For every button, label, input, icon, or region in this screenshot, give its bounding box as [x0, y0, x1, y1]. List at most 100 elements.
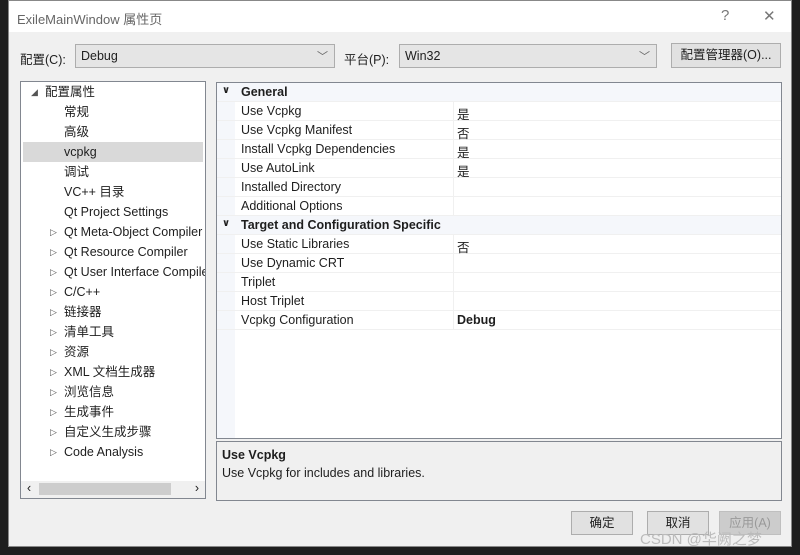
tree-item[interactable]: 常规 — [64, 102, 89, 122]
tree-item[interactable]: ▷ Code Analysis — [50, 442, 144, 462]
tree-item-label: 资源 — [64, 345, 90, 359]
property-value[interactable]: 否 — [453, 121, 781, 141]
tree-item-label: Code Analysis — [64, 445, 144, 459]
property-name: Use Dynamic CRT — [241, 256, 345, 270]
property-value[interactable] — [453, 273, 781, 292]
grid-row[interactable]: Use Static Libraries 否 — [217, 235, 781, 255]
tree-item[interactable]: ▷ 资源 — [50, 342, 90, 362]
platform-select[interactable]: Win32 ﹀ — [399, 44, 657, 68]
property-value[interactable]: 否 — [453, 235, 781, 255]
property-value[interactable]: 是 — [453, 140, 781, 160]
grid-row[interactable]: Installed Directory — [217, 178, 781, 197]
tree-item[interactable]: ▷ 清单工具 — [50, 322, 115, 342]
property-grid: ∨ General Use Vcpkg 是 Use Vcpkg Manifest 否 Ins… — [216, 82, 782, 439]
property-value[interactable]: 是 — [453, 102, 781, 122]
chevron-down-icon[interactable]: ∨ — [222, 218, 230, 229]
tree-item[interactable]: ▷ 浏览信息 — [50, 382, 114, 402]
watermark: CSDN @华阙之梦 — [640, 531, 762, 548]
tree-item[interactable]: ▷ C/C++ — [50, 282, 100, 302]
tree-item[interactable]: 调试 — [64, 162, 89, 182]
config-label: 配置(C): — [20, 53, 66, 67]
tree-item-label: Qt Resource Compiler — [64, 245, 188, 259]
expand-triangle-icon[interactable]: ▷ — [50, 342, 57, 362]
close-button[interactable]: ✕ — [763, 7, 776, 25]
grid-row[interactable]: Host Triplet — [217, 292, 781, 311]
description-panel: Use Vcpkg Use Vcpkg for includes and lib… — [216, 441, 782, 501]
grid-row[interactable]: Use Dynamic CRT — [217, 254, 781, 273]
ok-button[interactable]: 确定 — [571, 511, 633, 535]
property-pages-dialog: ExileMainWindow 属性页 ? ✕ 配置(C): Debug ﹀ 平台… — [8, 0, 792, 547]
expand-triangle-icon[interactable]: ▷ — [50, 242, 57, 262]
scroll-left-icon[interactable]: ‹ — [27, 481, 31, 495]
property-name: Use Static Libraries — [241, 237, 350, 251]
property-name: Use Vcpkg Manifest — [241, 123, 353, 137]
property-name: Triplet — [241, 275, 276, 289]
expand-triangle-icon[interactable]: ▷ — [50, 362, 57, 382]
grid-row[interactable]: Use Vcpkg 是 — [217, 102, 781, 122]
tree-item[interactable]: ▷ XML 文档生成器 — [50, 362, 156, 382]
tree-item[interactable]: vcpkg — [23, 142, 203, 162]
expand-triangle-icon[interactable]: ▷ — [50, 302, 57, 322]
property-value[interactable]: Debug — [453, 311, 781, 330]
property-name: Additional Options — [241, 199, 343, 213]
tree-item-label: Qt Project Settings — [64, 205, 169, 219]
config-value: Debug — [81, 49, 118, 63]
tree-item[interactable]: VC++ 目录 — [64, 182, 124, 202]
grid-row[interactable]: Vcpkg Configuration Debug — [217, 311, 781, 330]
tree-item[interactable]: 高级 — [64, 122, 89, 142]
grid-category[interactable]: ∨ General — [217, 83, 781, 102]
collapse-triangle-icon[interactable]: ◢ — [31, 82, 38, 102]
tree-item[interactable]: ▷ Qt User Interface Compiler — [50, 262, 206, 282]
tree-item[interactable]: ▷ Qt Resource Compiler — [50, 242, 188, 262]
property-name: Use AutoLink — [241, 161, 315, 175]
scroll-thumb[interactable] — [39, 483, 171, 495]
config-select[interactable]: Debug ﹀ — [75, 44, 335, 68]
expand-triangle-icon[interactable]: ▷ — [50, 442, 57, 462]
property-value[interactable] — [453, 178, 781, 197]
tree-item-label: 配置属性 — [45, 85, 96, 99]
category-label: General — [241, 85, 288, 99]
grid-row[interactable]: Use AutoLink 是 — [217, 159, 781, 179]
property-value[interactable] — [453, 197, 781, 216]
expand-triangle-icon[interactable]: ▷ — [50, 222, 57, 242]
chevron-down-icon: ﹀ — [639, 51, 650, 63]
title-bar: ExileMainWindow 属性页 ? ✕ — [9, 1, 791, 32]
property-name: Installed Directory — [241, 180, 342, 194]
property-name: Install Vcpkg Dependencies — [241, 142, 396, 156]
chevron-down-icon[interactable]: ∨ — [222, 85, 230, 96]
scroll-right-icon[interactable]: › — [195, 481, 199, 495]
category-tree: ▷ Code Analysis ▷ 自定义生成步骤 ▷ 生成事件 ▷ 浏览信息 ▷ XML 文档生… — [20, 81, 206, 499]
tree-item[interactable]: ▷ 链接器 — [50, 302, 102, 322]
grid-category[interactable]: ∨ Target and Configuration Specific — [217, 216, 781, 235]
tree-item-label: XML 文档生成器 — [64, 365, 156, 379]
expand-triangle-icon[interactable]: ▷ — [50, 382, 57, 402]
tree-item-label: 清单工具 — [64, 325, 115, 339]
tree-item[interactable]: ▷ 自定义生成步骤 — [50, 422, 152, 442]
tree-item-label: 自定义生成步骤 — [64, 425, 152, 439]
window-title: ExileMainWindow 属性页 — [17, 12, 163, 27]
tree-item-label: 调试 — [64, 165, 90, 179]
tree-item-label: Qt User Interface Compiler — [64, 265, 206, 279]
property-name: Use Vcpkg — [241, 104, 302, 118]
property-value[interactable]: 是 — [453, 159, 781, 179]
grid-row[interactable]: Use Vcpkg Manifest 否 — [217, 121, 781, 141]
expand-triangle-icon[interactable]: ▷ — [50, 422, 57, 442]
tree-item[interactable]: ▷ Qt Meta-Object Compiler — [50, 222, 202, 242]
grid-row[interactable]: Triplet — [217, 273, 781, 292]
help-button[interactable]: ? — [721, 7, 729, 24]
property-value[interactable] — [453, 292, 781, 311]
expand-triangle-icon[interactable]: ▷ — [50, 322, 57, 342]
tree-item-label: 高级 — [64, 125, 90, 139]
expand-triangle-icon[interactable]: ▷ — [50, 402, 57, 422]
horizontal-scrollbar[interactable]: ‹ › — [21, 481, 205, 498]
property-value[interactable] — [453, 254, 781, 273]
tree-item[interactable]: ▷ 生成事件 — [50, 402, 114, 422]
expand-triangle-icon[interactable]: ▷ — [50, 262, 57, 282]
grid-row[interactable]: Additional Options — [217, 197, 781, 216]
grid-row[interactable]: Install Vcpkg Dependencies 是 — [217, 140, 781, 160]
tree-item[interactable]: Qt Project Settings — [64, 202, 168, 222]
config-manager-button[interactable]: 配置管理器(O)... — [671, 43, 781, 68]
expand-triangle-icon[interactable]: ▷ — [50, 282, 57, 302]
tree-item[interactable]: ◢ 配置属性 — [31, 82, 96, 102]
description-text: Use Vcpkg for includes and libraries. — [222, 466, 425, 480]
